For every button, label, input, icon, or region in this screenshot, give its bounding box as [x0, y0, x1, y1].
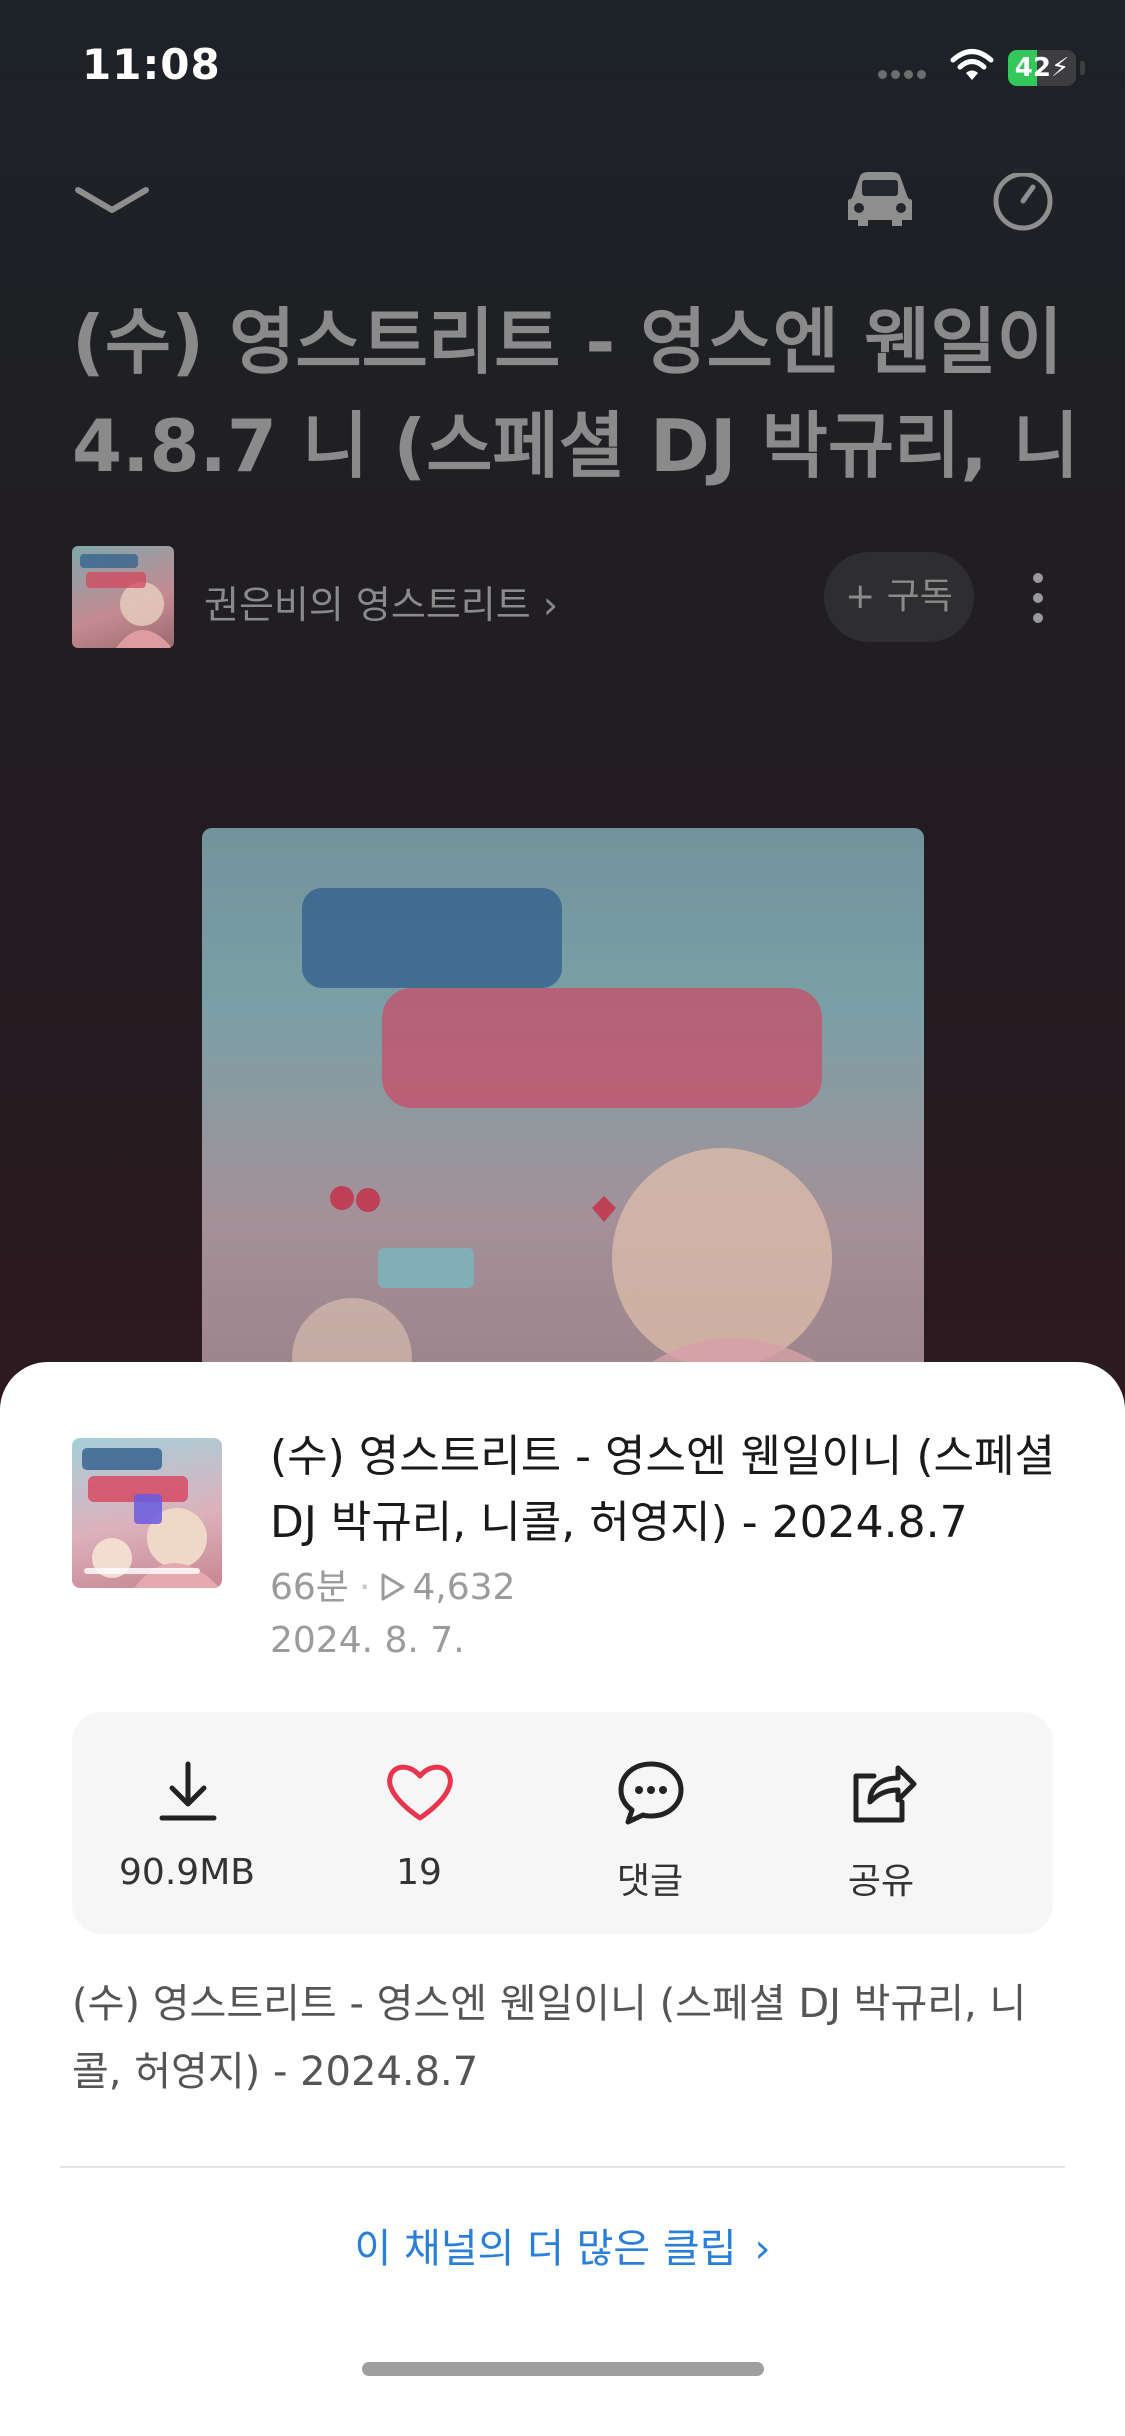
home-indicator[interactable] — [362, 2362, 764, 2376]
clip-date: 2024. 8. 7. — [270, 1620, 465, 1661]
wifi-icon — [950, 49, 994, 80]
comment-button[interactable]: 댓글 — [535, 1712, 765, 1934]
more-clips-label: 이 채널의 더 많은 클립 — [354, 2226, 737, 2272]
channel-row[interactable]: 권은비의 영스트리트 › + 구독 — [72, 546, 1062, 648]
timer-icon[interactable] — [990, 168, 1056, 234]
play-count: 4,632 — [412, 1567, 516, 1608]
status-time: 11:08 — [82, 40, 221, 89]
download-size: 90.9MB — [119, 1852, 255, 1893]
channel-thumbnail — [72, 546, 174, 648]
play-icon — [381, 1573, 405, 1601]
channel-name[interactable]: 권은비의 영스트리트 › — [204, 574, 558, 629]
episode-title: (수) 영스트리트 - 영스엔 웬일이 4.8.7 니 (스페셜 DJ 박규리,… — [72, 300, 1072, 488]
signal-icon — [878, 64, 938, 80]
status-bar: 11:08 42⚡ — [0, 0, 1125, 130]
battery-icon: 42⚡ — [1008, 50, 1076, 86]
share-button[interactable]: 공유 — [766, 1712, 996, 1934]
chevron-down-icon[interactable] — [72, 180, 152, 230]
divider — [60, 2166, 1065, 2168]
clip-thumbnail — [72, 1438, 222, 1588]
more-clips-link[interactable]: 이 채널의 더 많은 클립 › — [0, 2216, 1125, 2274]
battery-nub — [1080, 61, 1085, 75]
comment-label: 댓글 — [616, 1861, 684, 1902]
download-icon — [159, 1761, 217, 1821]
like-count: 19 — [396, 1852, 442, 1893]
subscribe-button[interactable]: + 구독 — [824, 552, 974, 642]
more-vertical-icon[interactable] — [1018, 568, 1058, 628]
car-icon[interactable] — [842, 168, 918, 232]
chevron-right-icon: › — [754, 2226, 771, 2272]
comment-icon — [618, 1761, 684, 1825]
share-label: 공유 — [847, 1861, 915, 1902]
clip-title: (수) 영스트리트 - 영스엔 웬일이니 (스페셜 DJ 박규리, 니콜, 허영… — [270, 1431, 1055, 1548]
action-panel: 90.9MB 19 댓글 공유 — [72, 1712, 1053, 1934]
download-button[interactable]: 90.9MB — [72, 1712, 302, 1934]
share-icon — [853, 1765, 917, 1823]
heart-icon — [387, 1764, 453, 1821]
clip-meta: 66분 · 4,632 — [270, 1558, 515, 1610]
battery-level: 42⚡ — [1014, 53, 1070, 83]
clip-description: (수) 영스트리트 - 영스엔 웬일이니 (스페셜 DJ 박규리, 니콜, 허영… — [72, 1981, 1027, 2095]
like-button[interactable]: 19 — [304, 1712, 534, 1934]
clip-info-sheet: (수) 영스트리트 - 영스엔 웬일이니 (스페셜 DJ 박규리, 니콜, 허영… — [0, 1362, 1125, 2436]
clip-duration: 66분 — [270, 1567, 349, 1608]
meta-separator: · — [358, 1567, 371, 1608]
cover-art — [202, 828, 924, 1428]
